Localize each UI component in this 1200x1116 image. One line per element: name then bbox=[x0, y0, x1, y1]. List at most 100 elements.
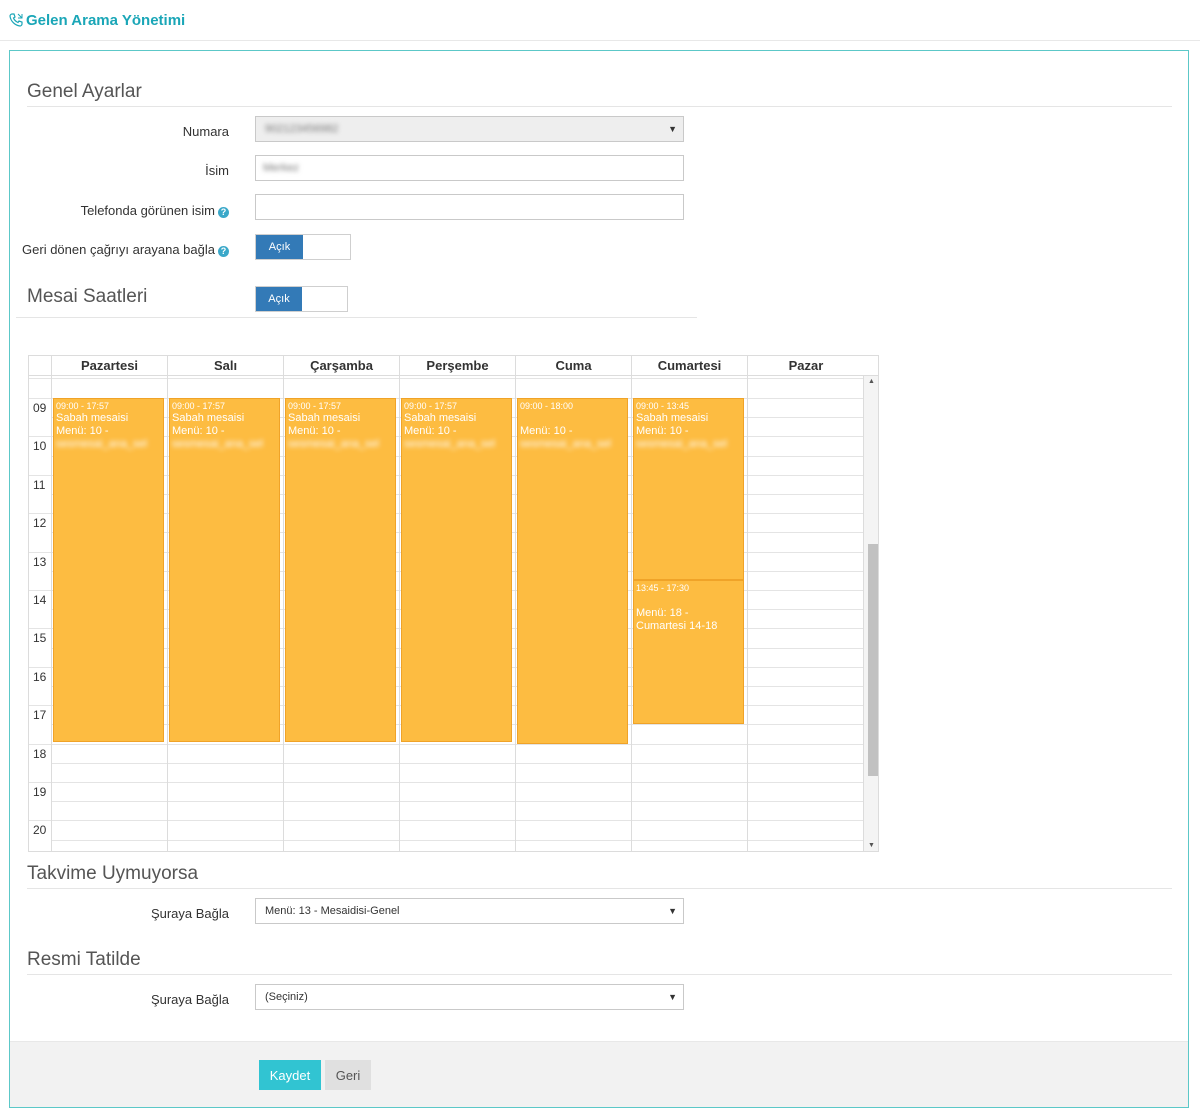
calendar-scrollbar[interactable]: ▲ ▼ bbox=[864, 376, 878, 851]
event-sub: sesmesai_ana_sel bbox=[520, 438, 612, 450]
grid-line bbox=[167, 376, 168, 851]
day-header: Salı bbox=[167, 356, 283, 376]
grid-line bbox=[747, 376, 748, 851]
display-name-input[interactable] bbox=[255, 194, 684, 220]
event-time: 09:00 - 18:00 bbox=[520, 401, 574, 411]
event-menu: Menü: 10 - bbox=[636, 425, 689, 437]
toggle-on-label: Açık bbox=[256, 235, 303, 259]
hour-label: 10 bbox=[33, 439, 47, 454]
holiday-value: (Seçiniz) bbox=[265, 991, 308, 1003]
grid-line bbox=[399, 376, 400, 851]
grid-line bbox=[515, 376, 516, 851]
event-sub: sesmesai_ana_sel bbox=[172, 438, 264, 450]
display-name-label-text: Telefonda görünen isim bbox=[80, 203, 215, 218]
divider bbox=[16, 317, 697, 318]
calendar-event[interactable]: 09:00 - 17:57 Sabah mesaisi Menü: 10 - sesm… bbox=[169, 398, 280, 742]
help-icon[interactable]: ? bbox=[218, 246, 229, 257]
hour-label: 15 bbox=[33, 631, 47, 646]
name-label: İsim bbox=[205, 163, 229, 178]
event-menu: Menü: 10 - bbox=[404, 425, 457, 437]
mismatch-select[interactable]: Menü: 13 - Mesaidisi-Genel ▼ bbox=[255, 898, 684, 924]
help-icon[interactable]: ? bbox=[218, 207, 229, 218]
divider bbox=[27, 106, 1172, 107]
hour-label: 14 bbox=[33, 593, 47, 607]
divider bbox=[27, 974, 1172, 975]
callback-toggle[interactable]: Açık bbox=[255, 234, 351, 260]
grid-line bbox=[283, 376, 284, 851]
hour-label: 13 bbox=[33, 554, 47, 569]
display-name-label: Telefonda görünen isim? bbox=[10, 203, 229, 218]
hour-label: 16 bbox=[33, 669, 47, 684]
event-title bbox=[636, 594, 741, 607]
section-title-holiday: Resmi Tatilde bbox=[27, 949, 141, 970]
grid-line bbox=[29, 378, 864, 379]
event-menu: Menü: 18 - Cumartesi 14-18 bbox=[636, 607, 718, 633]
hours-toggle[interactable]: Açık bbox=[255, 286, 348, 312]
grid-line bbox=[51, 762, 864, 764]
name-value: Merkez bbox=[263, 162, 300, 174]
calendar-event[interactable]: 09:00 - 18:00 Menü: 10 - sesmesai_ana_sel bbox=[517, 398, 628, 744]
event-time: 09:00 - 17:57 bbox=[172, 401, 226, 411]
chevron-down-icon: ▼ bbox=[668, 906, 677, 916]
section-title-hours: Mesai Saatleri bbox=[27, 286, 148, 307]
event-menu: Menü: 10 - bbox=[56, 425, 109, 437]
holiday-select[interactable]: (Seçiniz) ▼ bbox=[255, 984, 684, 1010]
event-time: 09:00 - 13:45 bbox=[636, 401, 690, 411]
grid-line bbox=[29, 782, 864, 783]
section-title-general: Genel Ayarlar bbox=[27, 81, 142, 102]
day-header: Pazartesi bbox=[51, 356, 167, 376]
event-title: Sabah mesaisi bbox=[404, 412, 477, 424]
event-time: 09:00 - 17:57 bbox=[404, 401, 458, 411]
day-header: Perşembe bbox=[399, 356, 515, 376]
grid-line bbox=[29, 743, 864, 745]
hour-label: 17 bbox=[33, 708, 47, 723]
event-menu: Menü: 10 - bbox=[172, 425, 225, 437]
scroll-down-icon[interactable]: ▼ bbox=[868, 842, 875, 849]
phone-icon bbox=[9, 13, 23, 27]
number-label: Numara bbox=[182, 124, 229, 139]
event-menu: Menü: 10 - bbox=[520, 425, 573, 437]
mismatch-value: Menü: 13 - Mesaidisi-Genel bbox=[265, 905, 400, 917]
page-title: Gelen Arama Yönetimi bbox=[26, 12, 186, 29]
name-input[interactable]: Merkez bbox=[255, 155, 684, 181]
event-sub: sesmesai_ana_sel bbox=[636, 438, 728, 450]
hour-label: 09 bbox=[33, 401, 47, 415]
hour-label: 12 bbox=[33, 516, 47, 531]
divider bbox=[27, 888, 1172, 889]
event-sub: sesmesai_ana_sel bbox=[56, 438, 148, 450]
calendar-event[interactable]: 09:00 - 13:45 Sabah mesaisi Menü: 10 - sesm… bbox=[633, 398, 744, 581]
event-time: 09:00 - 17:57 bbox=[288, 401, 342, 411]
chevron-down-icon: ▼ bbox=[668, 124, 677, 134]
back-button[interactable]: Geri bbox=[325, 1060, 371, 1090]
save-button[interactable]: Kaydet bbox=[259, 1060, 321, 1090]
day-header: Çarşamba bbox=[283, 356, 399, 376]
day-header: Pazar bbox=[747, 356, 864, 376]
day-header: Cumartesi bbox=[631, 356, 747, 376]
scroll-up-icon[interactable]: ▲ bbox=[868, 378, 875, 385]
number-select[interactable]: 902123456982 ▼ bbox=[255, 116, 684, 142]
event-title: Sabah mesaisi bbox=[636, 412, 709, 424]
event-menu: Menü: 10 - bbox=[288, 425, 341, 437]
event-sub: sesmesai_ana_sel bbox=[288, 438, 380, 450]
main-card: Genel Ayarlar Numara 902123456982 ▼ İsim… bbox=[9, 50, 1189, 1108]
hour-label: 19 bbox=[33, 785, 47, 799]
event-title: Sabah mesaisi bbox=[288, 412, 361, 424]
callback-label-text: Geri dönen çağrıyı arayana bağla bbox=[22, 242, 215, 257]
working-hours-calendar: Pazartesi Salı Çarşamba Perşembe Cuma Cumarte… bbox=[28, 355, 879, 852]
hour-label: 11 bbox=[33, 477, 46, 492]
day-header: Cuma bbox=[515, 356, 631, 376]
scrollbar-thumb[interactable] bbox=[868, 544, 878, 776]
chevron-down-icon: ▼ bbox=[668, 992, 677, 1002]
hour-label: 20 bbox=[33, 823, 47, 838]
grid-line bbox=[51, 801, 864, 803]
calendar-event[interactable]: 09:00 - 17:57 Sabah mesaisi Menü: 10 - sesm… bbox=[285, 398, 396, 742]
calendar-event[interactable]: 09:00 - 17:57 Sabah mesaisi Menü: 10 - sesm… bbox=[401, 398, 512, 742]
section-title-mismatch: Takvime Uymuyorsa bbox=[27, 863, 199, 884]
number-value: 902123456982 bbox=[265, 123, 339, 135]
calendar-event[interactable]: 09:00 - 17:57 Sabah mesaisi Menü: 10 - sesm… bbox=[53, 398, 164, 742]
holiday-label: Şuraya Bağla bbox=[150, 992, 229, 1007]
event-title bbox=[520, 412, 625, 425]
calendar-event[interactable]: 13:45 - 17:30 Menü: 18 - Cumartesi 14-18 bbox=[633, 580, 744, 725]
grid-line bbox=[29, 820, 864, 822]
event-title: Sabah mesaisi bbox=[56, 412, 129, 424]
